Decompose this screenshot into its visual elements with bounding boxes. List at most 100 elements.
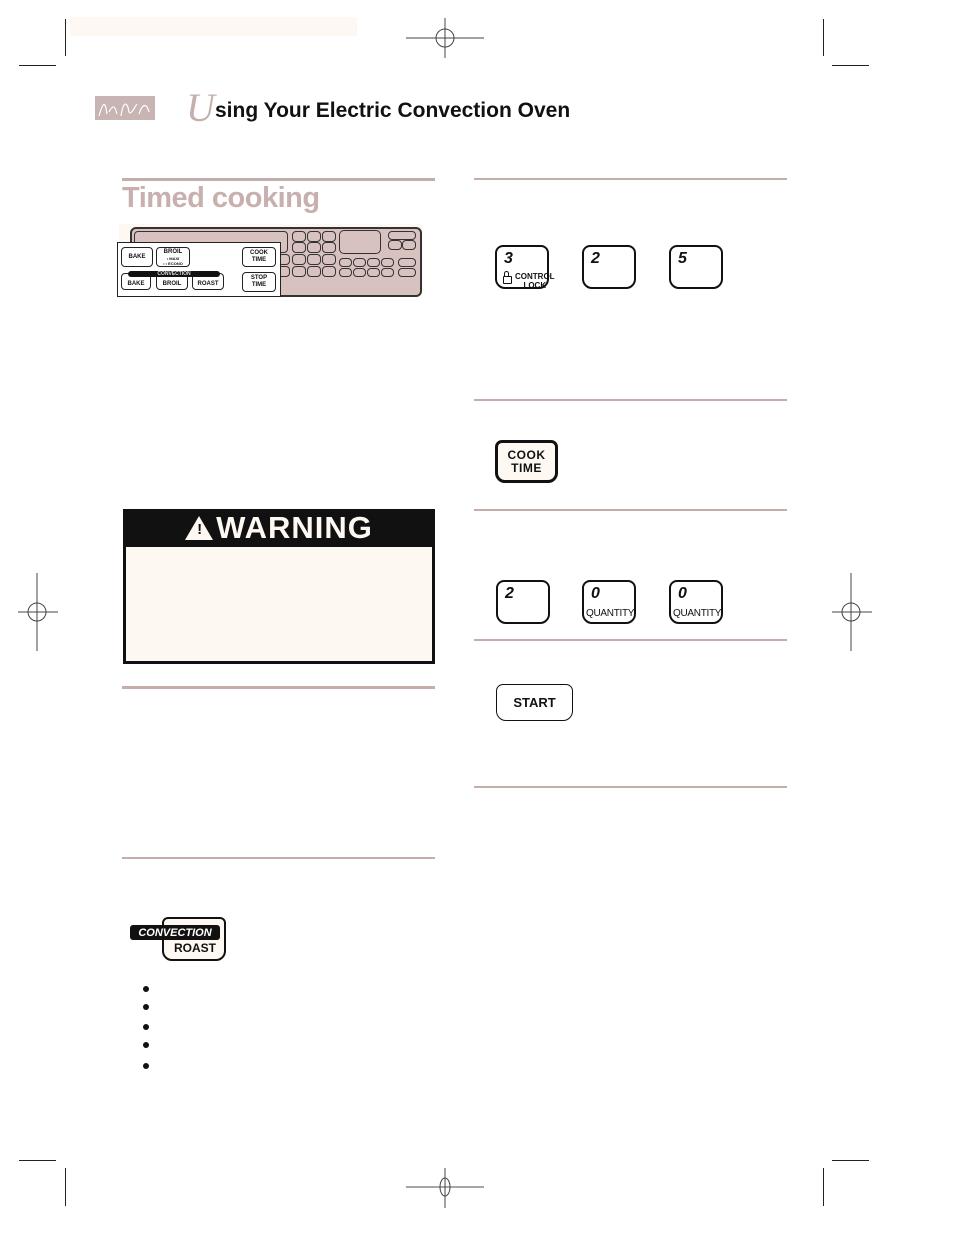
key-number: 5: [678, 250, 687, 267]
section-divider: [122, 178, 435, 181]
button-label: BAKE: [127, 281, 145, 287]
panel-key: [367, 258, 380, 267]
panel-bake-button: BAKE: [121, 247, 153, 267]
bullet-point: [143, 1004, 149, 1010]
brand-signature-logo: [95, 96, 155, 120]
panel-key: [292, 254, 306, 265]
button-sublabel: • • ECONO: [163, 260, 183, 266]
panel-key: [307, 242, 321, 253]
panel-key: [381, 268, 394, 277]
step-divider: [474, 399, 787, 401]
warning-label: WARNING: [216, 509, 373, 545]
quantity-label: QUANTITY: [673, 608, 722, 619]
panel-key: [353, 268, 366, 277]
bullet-point: [143, 1024, 149, 1030]
warning-triangle-icon: !: [185, 515, 214, 540]
panel-key: [322, 242, 336, 253]
lock-label: LOCK: [523, 281, 547, 290]
step-divider: [474, 509, 787, 511]
key-label: TIME: [511, 460, 542, 475]
key-2: 2: [496, 580, 550, 624]
convection-label-bar: CONVECTION: [128, 271, 220, 277]
key-number: 2: [591, 250, 600, 267]
signature-icon: [98, 103, 150, 117]
button-label: BROIL: [163, 248, 183, 255]
key-2: 2: [582, 245, 636, 289]
section-divider: [122, 686, 435, 689]
panel-key: [398, 258, 416, 267]
panel-key: [388, 240, 402, 250]
panel-key: [388, 231, 416, 240]
registration-mark-icon: [406, 18, 484, 58]
section-divider: [122, 857, 435, 859]
panel-key: [292, 266, 306, 277]
panel-key: [367, 268, 380, 277]
crop-mark: [832, 65, 869, 66]
bullet-point: [143, 986, 149, 992]
warning-box: ! WARNING: [123, 509, 435, 664]
bullet-point: [143, 1042, 149, 1048]
panel-detail-callout: BAKE BROIL • MAXI • • ECONO COOK TIME BA…: [117, 242, 281, 297]
warning-body: [126, 547, 432, 661]
quantity-label: QUANTITY: [586, 608, 635, 619]
button-label: COOK: [250, 250, 268, 256]
button-label: TIME: [251, 257, 267, 263]
step-divider: [474, 178, 787, 180]
crop-mark: [823, 19, 824, 56]
panel-key: [339, 268, 352, 277]
key-number: 3: [504, 250, 513, 267]
registration-mark-icon: [18, 573, 58, 651]
key-label: COOK: [507, 447, 546, 462]
step-divider: [474, 786, 787, 788]
top-color-band: [70, 17, 357, 36]
bullet-point: [143, 1063, 149, 1069]
panel-key: [353, 258, 366, 267]
convection-roast-key: CONVECTION ROAST: [130, 917, 226, 961]
key-sublabel: CONTROL LOCK: [515, 272, 555, 290]
key-number: 2: [505, 585, 514, 602]
header-drop-cap: U: [186, 85, 215, 130]
crop-mark: [19, 1160, 56, 1161]
panel-key: [292, 231, 306, 242]
crop-mark: [19, 65, 56, 66]
panel-key: [322, 254, 336, 265]
key-3-control-lock: 3 CONTROL LOCK: [495, 245, 555, 290]
section-title: Timed cooking: [122, 182, 320, 214]
start-key: START: [496, 684, 573, 721]
crop-mark: [65, 19, 66, 56]
page-header-title: sing Your Electric Convection Oven: [215, 99, 571, 122]
key-0-quantity: 0 QUANTITY: [669, 580, 723, 624]
registration-mark-icon: [832, 573, 872, 651]
panel-key: [339, 258, 352, 267]
key-5: 5: [669, 245, 723, 289]
button-label: STOP: [250, 275, 268, 281]
crop-mark: [823, 1168, 824, 1206]
step-divider: [474, 639, 787, 641]
crop-mark: [832, 1160, 869, 1161]
panel-key: [307, 254, 321, 265]
cook-time-key: COOK TIME: [495, 440, 558, 483]
panel-cook-time-button: COOK TIME: [242, 247, 276, 267]
panel-key: [402, 240, 416, 250]
warning-header: ! WARNING: [123, 509, 435, 546]
lock-icon: [503, 271, 512, 284]
panel-key: [307, 266, 321, 277]
key-number: 0: [591, 585, 600, 602]
panel-key: [398, 268, 416, 277]
key-0-quantity: 0 QUANTITY: [582, 580, 636, 624]
button-label: TIME: [251, 282, 267, 288]
registration-mark-icon: [406, 1168, 484, 1208]
panel-broil-button: BROIL • MAXI • • ECONO: [156, 247, 190, 267]
exclamation-glyph: !: [197, 520, 204, 538]
panel-key: [292, 242, 306, 253]
panel-key: [381, 258, 394, 267]
button-label: BROIL: [162, 281, 182, 287]
panel-key: [322, 266, 336, 277]
crop-mark: [65, 1168, 66, 1206]
button-label: ROAST: [197, 281, 219, 287]
panel-key: [307, 231, 321, 242]
panel-key: [322, 231, 336, 242]
key-number: 0: [678, 585, 687, 602]
button-label: BAKE: [128, 253, 146, 260]
roast-label: ROAST: [174, 941, 216, 955]
